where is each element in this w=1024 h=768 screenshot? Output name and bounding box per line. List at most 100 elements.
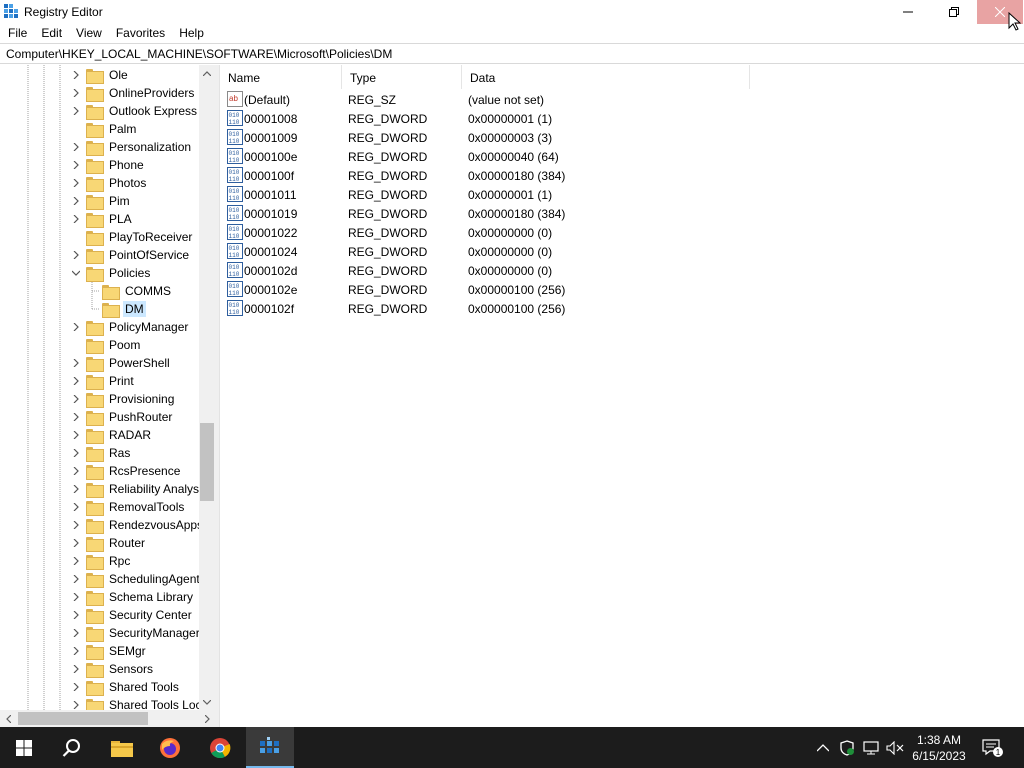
chevron-right-icon[interactable] xyxy=(70,249,82,261)
scroll-down-button[interactable] xyxy=(199,694,215,710)
value-row[interactable]: 010 110 00001019 REG_DWORD 0x00000180 (384) xyxy=(220,204,1024,223)
tree-item[interactable]: PLA xyxy=(70,210,134,228)
network-tray[interactable] xyxy=(862,739,880,757)
chevron-right-icon[interactable] xyxy=(70,537,82,549)
scroll-right-button[interactable] xyxy=(199,710,215,727)
tree-item[interactable]: Shared Tools xyxy=(70,678,181,696)
chevron-right-icon[interactable] xyxy=(70,213,82,225)
menu-help[interactable]: Help xyxy=(172,24,211,43)
chevron-right-icon[interactable] xyxy=(70,555,82,567)
chevron-right-icon[interactable] xyxy=(70,87,82,99)
value-row[interactable]: 010 110 00001009 REG_DWORD 0x00000003 (3) xyxy=(220,128,1024,147)
menu-file[interactable]: File xyxy=(1,24,34,43)
tree-item[interactable]: Poom xyxy=(70,336,142,354)
search-button[interactable] xyxy=(48,727,96,768)
chevron-right-icon[interactable] xyxy=(70,645,82,657)
chevron-right-icon[interactable] xyxy=(70,681,82,693)
tree-item[interactable]: Palm xyxy=(70,120,138,138)
value-row[interactable]: 010 110 00001024 REG_DWORD 0x00000000 (0) xyxy=(220,242,1024,261)
scroll-thumb[interactable] xyxy=(200,423,214,501)
chevron-right-icon[interactable] xyxy=(70,591,82,603)
minimize-button[interactable] xyxy=(885,0,931,24)
chevron-right-icon[interactable] xyxy=(70,411,82,423)
address-path[interactable]: Computer\HKEY_LOCAL_MACHINE\SOFTWARE\Mic… xyxy=(6,47,392,61)
scroll-thumb[interactable] xyxy=(18,712,148,725)
chevron-right-icon[interactable] xyxy=(70,609,82,621)
firefox-button[interactable] xyxy=(146,727,194,768)
chrome-button[interactable] xyxy=(196,727,244,768)
chevron-right-icon[interactable] xyxy=(70,195,82,207)
column-header-type[interactable]: Type xyxy=(342,65,462,89)
menu-edit[interactable]: Edit xyxy=(34,24,69,43)
chevron-right-icon[interactable] xyxy=(70,69,82,81)
value-row[interactable]: 010 110 00001022 REG_DWORD 0x00000000 (0) xyxy=(220,223,1024,242)
chevron-right-icon[interactable] xyxy=(70,447,82,459)
chevron-down-icon[interactable] xyxy=(70,267,82,279)
value-row[interactable]: 010 110 00001011 REG_DWORD 0x00000001 (1) xyxy=(220,185,1024,204)
value-row[interactable]: 010 110 00001008 REG_DWORD 0x00000001 (1) xyxy=(220,109,1024,128)
chevron-right-icon[interactable] xyxy=(70,159,82,171)
tree-item[interactable]: SecurityManager xyxy=(70,624,202,642)
tree-item[interactable]: SchedulingAgent xyxy=(70,570,202,588)
action-center-button[interactable]: 1 xyxy=(982,738,1004,758)
tree-item[interactable]: RemovalTools xyxy=(70,498,186,516)
tree-item[interactable]: Provisioning xyxy=(70,390,176,408)
chevron-right-icon[interactable] xyxy=(70,357,82,369)
chevron-right-icon[interactable] xyxy=(70,627,82,639)
column-header-data[interactable]: Data xyxy=(462,65,750,89)
tree-item[interactable]: Photos xyxy=(70,174,148,192)
tree-item[interactable]: SEMgr xyxy=(70,642,148,660)
file-explorer-button[interactable] xyxy=(98,727,146,768)
value-row[interactable]: 010 110 0000100f REG_DWORD 0x00000180 (384) xyxy=(220,166,1024,185)
scroll-left-button[interactable] xyxy=(0,710,16,727)
tree-item[interactable]: OnlineProviders xyxy=(70,84,196,102)
tree-item[interactable]: Security Center xyxy=(70,606,194,624)
tree-horizontal-scrollbar[interactable] xyxy=(0,710,215,727)
tree-item[interactable]: PlayToReceiver xyxy=(70,228,194,246)
show-hidden-icons-button[interactable] xyxy=(814,739,832,757)
scroll-up-button[interactable] xyxy=(199,65,215,81)
chevron-right-icon[interactable] xyxy=(70,483,82,495)
chevron-right-icon[interactable] xyxy=(70,465,82,477)
tree-vertical-scrollbar[interactable] xyxy=(199,65,215,710)
windows-security-tray[interactable] xyxy=(838,739,856,757)
chevron-right-icon[interactable] xyxy=(70,105,82,117)
tree-item[interactable]: PowerShell xyxy=(70,354,172,372)
menu-view[interactable]: View xyxy=(69,24,109,43)
tree-item[interactable]: Phone xyxy=(70,156,146,174)
menu-favorites[interactable]: Favorites xyxy=(109,24,172,43)
restore-button[interactable] xyxy=(931,0,977,24)
tree-item[interactable]: Sensors xyxy=(70,660,155,678)
chevron-right-icon[interactable] xyxy=(70,177,82,189)
chevron-right-icon[interactable] xyxy=(70,501,82,513)
chevron-right-icon[interactable] xyxy=(70,519,82,531)
tree-item[interactable]: Print xyxy=(70,372,136,390)
tree-item[interactable]: Ras xyxy=(70,444,132,462)
tree-item[interactable]: Pim xyxy=(70,192,132,210)
tree-item[interactable]: DM xyxy=(86,300,146,318)
tree-item[interactable]: Ole xyxy=(70,66,130,84)
tree-item[interactable]: PushRouter xyxy=(70,408,174,426)
tree-item[interactable]: Personalization xyxy=(70,138,193,156)
taskbar-clock[interactable]: 1:38 AM 6/15/2023 xyxy=(906,732,972,764)
chevron-right-icon[interactable] xyxy=(70,393,82,405)
address-bar[interactable]: Computer\HKEY_LOCAL_MACHINE\SOFTWARE\Mic… xyxy=(0,43,1024,64)
tree-item[interactable]: Rpc xyxy=(70,552,132,570)
volume-tray[interactable] xyxy=(886,739,904,757)
tree-item[interactable]: PolicyManager xyxy=(70,318,190,336)
tree-item[interactable]: RcsPresence xyxy=(70,462,182,480)
value-row[interactable]: 010 110 0000102f REG_DWORD 0x00000100 (256) xyxy=(220,299,1024,318)
chevron-right-icon[interactable] xyxy=(70,375,82,387)
tree-item[interactable]: Outlook Express xyxy=(70,102,199,120)
registry-editor-taskbar-button[interactable] xyxy=(246,727,294,768)
column-header-name[interactable]: Name xyxy=(220,65,342,89)
tree-item[interactable]: PointOfService xyxy=(70,246,191,264)
tree-item[interactable]: RADAR xyxy=(70,426,153,444)
chevron-right-icon[interactable] xyxy=(70,663,82,675)
chevron-right-icon[interactable] xyxy=(70,573,82,585)
value-row[interactable]: 010 110 0000100e REG_DWORD 0x00000040 (64) xyxy=(220,147,1024,166)
chevron-right-icon[interactable] xyxy=(70,141,82,153)
chevron-right-icon[interactable] xyxy=(70,321,82,333)
tree-item[interactable]: COMMS xyxy=(86,282,173,300)
value-row[interactable]: 010 110 0000102e REG_DWORD 0x00000100 (256) xyxy=(220,280,1024,299)
